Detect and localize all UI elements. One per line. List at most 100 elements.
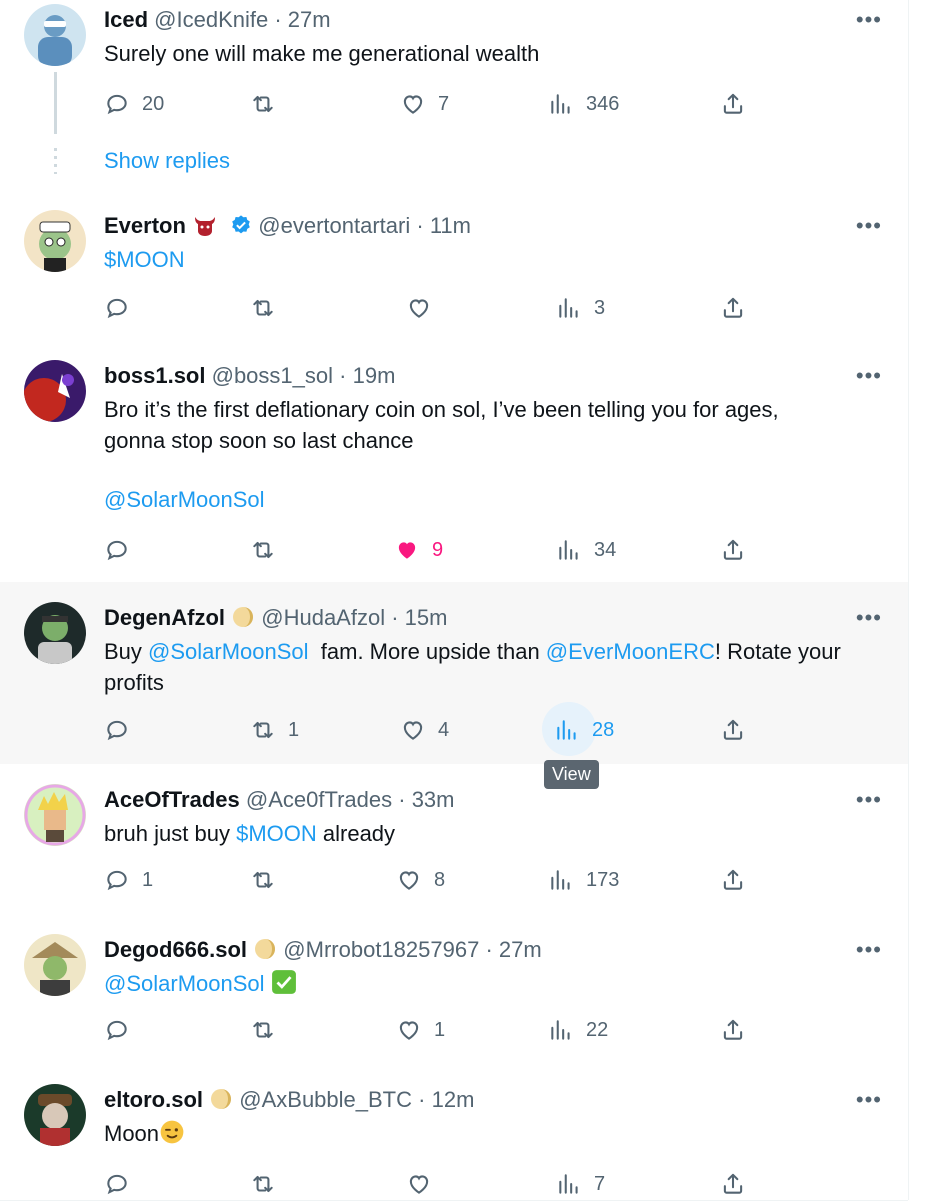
views-button[interactable]: 173	[548, 860, 619, 900]
handle[interactable]: @Ace0fTrades	[246, 787, 392, 812]
mention-link[interactable]: @EverMoonERC	[546, 639, 715, 664]
mention-link[interactable]: @SolarMoonSol	[104, 484, 872, 515]
post-boss1-sol[interactable]: boss1.sol @boss1_sol · 19m ••• Bro it’s …	[0, 340, 908, 583]
reply-button[interactable]	[104, 1010, 130, 1050]
avatar[interactable]	[24, 210, 86, 272]
views-button[interactable]: 346	[548, 84, 619, 124]
display-name[interactable]: boss1.sol	[104, 363, 205, 388]
mention-link[interactable]: @SolarMoonSol	[104, 971, 265, 996]
display-name[interactable]: Degod666.sol	[104, 937, 247, 962]
bull-emoji-icon	[195, 217, 216, 236]
more-options-icon[interactable]: •••	[856, 789, 882, 811]
handle[interactable]: @IcedKnife	[154, 7, 268, 32]
reply-button[interactable]	[104, 288, 130, 328]
display-name[interactable]: eltoro.sol	[104, 1087, 203, 1112]
share-button[interactable]	[720, 860, 746, 900]
views-button[interactable]: 3	[556, 288, 605, 328]
timestamp[interactable]: 11m	[430, 213, 471, 238]
post-eltoro-sol[interactable]: eltoro.sol @AxBubble_BTC · 12m ••• Moon …	[0, 1064, 908, 1201]
like-button-active[interactable]: 9	[394, 530, 443, 570]
timestamp[interactable]: 19m	[353, 363, 396, 388]
avatar[interactable]	[24, 934, 86, 996]
display-name[interactable]: AceOfTrades	[104, 787, 240, 812]
like-button[interactable]: 8	[396, 860, 445, 900]
post-text: bruh just buy $MOON already	[104, 821, 396, 846]
verified-badge-icon[interactable]	[230, 214, 252, 236]
more-options-icon[interactable]: •••	[856, 365, 882, 387]
reply-button[interactable]	[104, 530, 130, 570]
reply-button[interactable]: 20	[104, 84, 164, 124]
avatar[interactable]	[24, 784, 86, 846]
timestamp[interactable]: 15m	[405, 605, 448, 630]
handle[interactable]: @evertontartari	[258, 213, 410, 238]
handle[interactable]: @boss1_sol	[212, 363, 333, 388]
cashtag-link[interactable]: $MOON	[236, 821, 317, 846]
share-button[interactable]	[720, 288, 746, 328]
share-button[interactable]	[720, 710, 746, 750]
like-count: 8	[434, 868, 446, 891]
reply-button[interactable]: 1	[104, 860, 153, 900]
reply-icon	[104, 1171, 130, 1197]
like-button[interactable]: 4	[400, 710, 449, 750]
like-button[interactable]	[406, 1164, 432, 1204]
timestamp[interactable]: 12m	[432, 1087, 475, 1112]
views-button-hover[interactable]: 28	[542, 702, 615, 756]
share-button[interactable]	[720, 1010, 746, 1050]
timestamp[interactable]: 33m	[412, 787, 455, 812]
post-text: Buy @SolarMoonSol fam. More upside than …	[104, 639, 841, 695]
like-button[interactable]: 1	[396, 1010, 445, 1050]
post-degod666-sol[interactable]: Degod666.sol @Mrrobot18257967 · 27m ••• …	[0, 914, 908, 1065]
handle[interactable]: @AxBubble_BTC	[239, 1087, 412, 1112]
display-name[interactable]: Iced	[104, 7, 148, 32]
avatar[interactable]	[24, 4, 86, 66]
post-iced[interactable]: Iced @IcedKnife · 27m ••• Surely one wil…	[0, 0, 908, 191]
reply-count: 20	[142, 92, 165, 115]
handle[interactable]: @HudaAfzol	[261, 605, 385, 630]
reply-button[interactable]	[104, 1164, 130, 1204]
display-name[interactable]: DegenAfzol	[104, 605, 225, 630]
post-everton[interactable]: Everton @evertontartari · 11m ••• $MOON …	[0, 190, 908, 341]
show-replies-link[interactable]: Show replies	[104, 148, 230, 174]
more-options-icon[interactable]: •••	[856, 9, 882, 31]
avatar[interactable]	[24, 1084, 86, 1146]
views-button[interactable]: 34	[556, 530, 616, 570]
heart-icon	[406, 1171, 432, 1197]
repost-button[interactable]	[250, 1010, 276, 1050]
repost-button[interactable]	[250, 84, 276, 124]
post-degenafzol[interactable]: DegenAfzol @HudaAfzol · 15m ••• Buy @Sol…	[0, 582, 908, 765]
post-header: DegenAfzol @HudaAfzol · 15m	[104, 605, 448, 630]
heart-icon	[400, 91, 426, 117]
more-options-icon[interactable]: •••	[856, 939, 882, 961]
timestamp[interactable]: 27m	[288, 7, 331, 32]
view-count: 28	[592, 718, 615, 741]
mention-link[interactable]: @SolarMoonSol	[148, 639, 309, 664]
post-aceoftrades[interactable]: AceOfTrades @Ace0fTrades · 33m ••• bruh …	[0, 764, 908, 915]
avatar[interactable]	[24, 602, 86, 664]
share-button[interactable]	[720, 1164, 746, 1204]
repost-button[interactable]: 1	[250, 710, 299, 750]
more-options-icon[interactable]: •••	[856, 607, 882, 629]
post-text-line: Bro it’s the first deflationary coin on …	[104, 397, 779, 422]
handle[interactable]: @Mrrobot18257967	[283, 937, 479, 962]
views-button[interactable]: 7	[556, 1164, 605, 1204]
cashtag-link[interactable]: $MOON	[104, 244, 872, 275]
post-header: Iced @IcedKnife · 27m	[104, 7, 331, 32]
more-options-icon[interactable]: •••	[856, 215, 882, 237]
reply-button[interactable]	[104, 710, 130, 750]
share-button[interactable]	[720, 530, 746, 570]
share-icon	[720, 91, 746, 117]
like-button[interactable]: 7	[400, 84, 449, 124]
display-name[interactable]: Everton	[104, 213, 186, 238]
repost-button[interactable]	[250, 288, 276, 328]
avatar[interactable]	[24, 360, 86, 422]
share-icon	[720, 537, 746, 563]
reply-feed: Iced @IcedKnife · 27m ••• Surely one wil…	[0, 0, 909, 1201]
like-button[interactable]	[406, 288, 432, 328]
share-button[interactable]	[720, 84, 746, 124]
timestamp[interactable]: 27m	[499, 937, 542, 962]
repost-button[interactable]	[250, 530, 276, 570]
views-button[interactable]: 22	[548, 1010, 608, 1050]
repost-button[interactable]	[250, 860, 276, 900]
repost-button[interactable]	[250, 1164, 276, 1204]
more-options-icon[interactable]: •••	[856, 1089, 882, 1111]
